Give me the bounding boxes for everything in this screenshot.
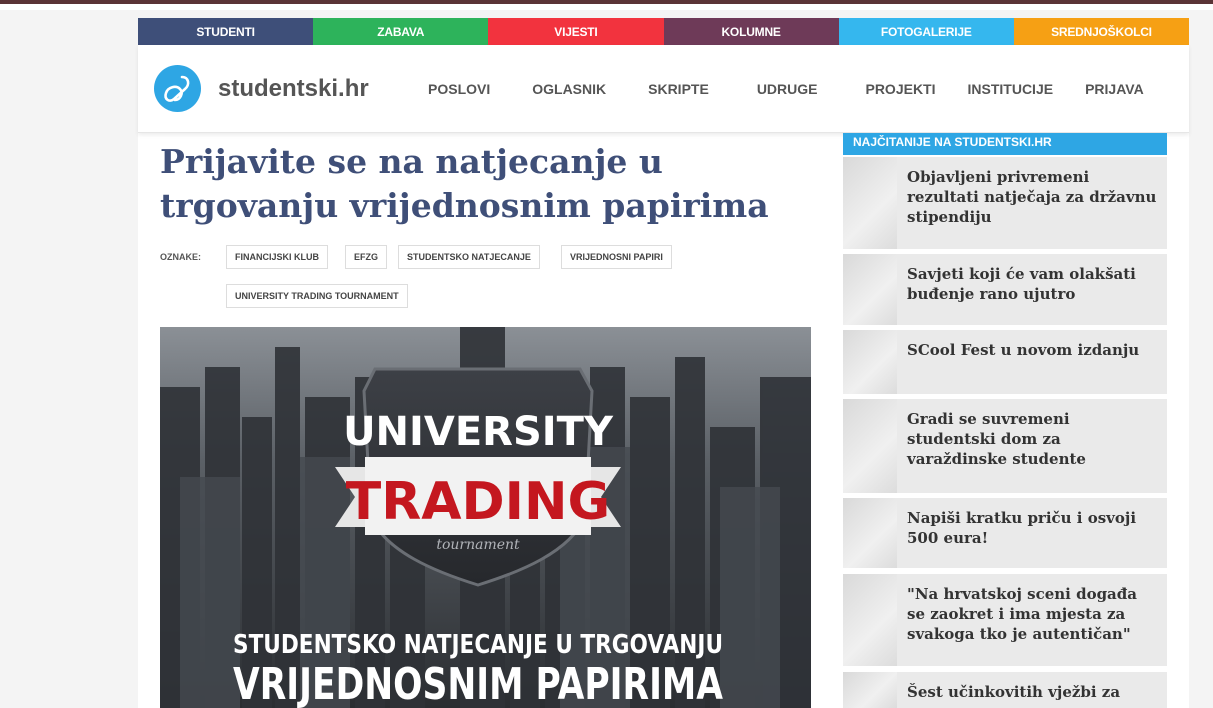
sidebar-item-title: Savjeti koji će vam olakšati buđenje ran… [907,265,1136,303]
sidebar-item-title: Gradi se suvremeni studentski dom za var… [907,410,1086,468]
top-strip [0,0,1213,10]
sidebar-item-title: "Na hrvatskoj sceni događa se zaokret i … [907,585,1137,643]
tags-label: OZNAKE: [160,252,201,262]
category-zabava[interactable]: ZABAVA [313,18,489,45]
sidebar-thumbnail [843,330,897,394]
sidebar-item[interactable]: Napiši kratku priču i osvoji 500 eura! [843,498,1167,568]
site-header: studentski.hr POSLOVI OGLASNIK SKRIPTE U… [138,45,1189,133]
hero-line-tournament: tournament [436,537,520,553]
sidebar-item-title: Napiši kratku priču i osvoji 500 eura! [907,509,1137,547]
sidebar-item[interactable]: Gradi se suvremeni studentski dom za var… [843,399,1167,493]
tag-financijski-klub[interactable]: FINANCIJSKI KLUB [226,245,329,269]
logo-icon[interactable] [154,65,201,112]
sidebar-item[interactable]: SCool Fest u novom izdanju [843,330,1167,394]
sidebar-heading: NAJČITANIJE NA STUDENTSKI.HR [843,133,1167,155]
category-fotogalerije[interactable]: FOTOGALERIJE [838,18,1014,45]
tag-vrijednosni-papiri[interactable]: VRIJEDNOSNI PAPIRI [561,245,672,269]
hero-caption-line2: VRIJEDNOSNIM PAPIRIMA [233,659,723,708]
nav-projekti[interactable]: PROJEKTI [865,81,935,97]
nav-skripte[interactable]: SKRIPTE [648,81,709,97]
sidebar-item-title: Šest učinkovitih vježbi za [907,683,1121,701]
sidebar-thumbnail [843,574,897,666]
sidebar-thumbnail [843,254,897,325]
nav-poslovi[interactable]: POSLOVI [428,81,490,97]
tag-studentsko-natjecanje[interactable]: STUDENTSKO NATJECANJE [398,245,540,269]
sidebar-item-title: Objavljeni privremeni rezultati natječaj… [907,168,1157,226]
tag-university-trading-tournament[interactable]: UNIVERSITY TRADING TOURNAMENT [226,284,408,308]
article-hero-image: UNIVERSITY TRADING tournament STUDENTSKO… [160,327,811,708]
sidebar-item[interactable]: "Na hrvatskoj sceni događa se zaokret i … [843,574,1167,666]
category-bar: STUDENTI ZABAVA VIJESTI KOLUMNE FOTOGALE… [138,18,1190,45]
brand-name[interactable]: studentski.hr [218,75,369,103]
sidebar-item[interactable]: Objavljeni privremeni rezultati natječaj… [843,157,1167,249]
sidebar-item[interactable]: Savjeti koji će vam olakšati buđenje ran… [843,254,1167,325]
nav-institucije[interactable]: INSTITUCIJE [968,81,1054,97]
main-nav: POSLOVI OGLASNIK SKRIPTE UDRUGE PROJEKTI… [428,81,1144,97]
sidebar-item-title: SCool Fest u novom izdanju [907,341,1140,359]
sidebar-thumbnail [843,399,897,493]
nav-oglasnik[interactable]: OGLASNIK [532,81,606,97]
hero-line-university: UNIVERSITY [343,409,614,455]
nav-prijava[interactable]: PRIJAVA [1085,81,1144,97]
category-studenti[interactable]: STUDENTI [138,18,314,45]
tag-efzg[interactable]: EFZG [345,245,387,269]
sidebar-thumbnail [843,157,897,249]
sidebar-thumbnail [843,672,897,708]
sidebar-thumbnail [843,498,897,568]
category-kolumne[interactable]: KOLUMNE [663,18,839,45]
article-title: Prijavite se na natjecanje u trgovanju v… [160,142,769,225]
nav-udruge[interactable]: UDRUGE [757,81,818,97]
hero-line-trading: TRADING [346,472,610,532]
category-srednjoskolci[interactable]: SREDNJOŠKOLCI [1013,18,1190,45]
sidebar-item[interactable]: Šest učinkovitih vježbi za [843,672,1167,708]
category-vijesti[interactable]: VIJESTI [488,18,664,45]
hero-caption-line1: STUDENTSKO NATJECANJE U TRGOVANJU [233,630,723,660]
